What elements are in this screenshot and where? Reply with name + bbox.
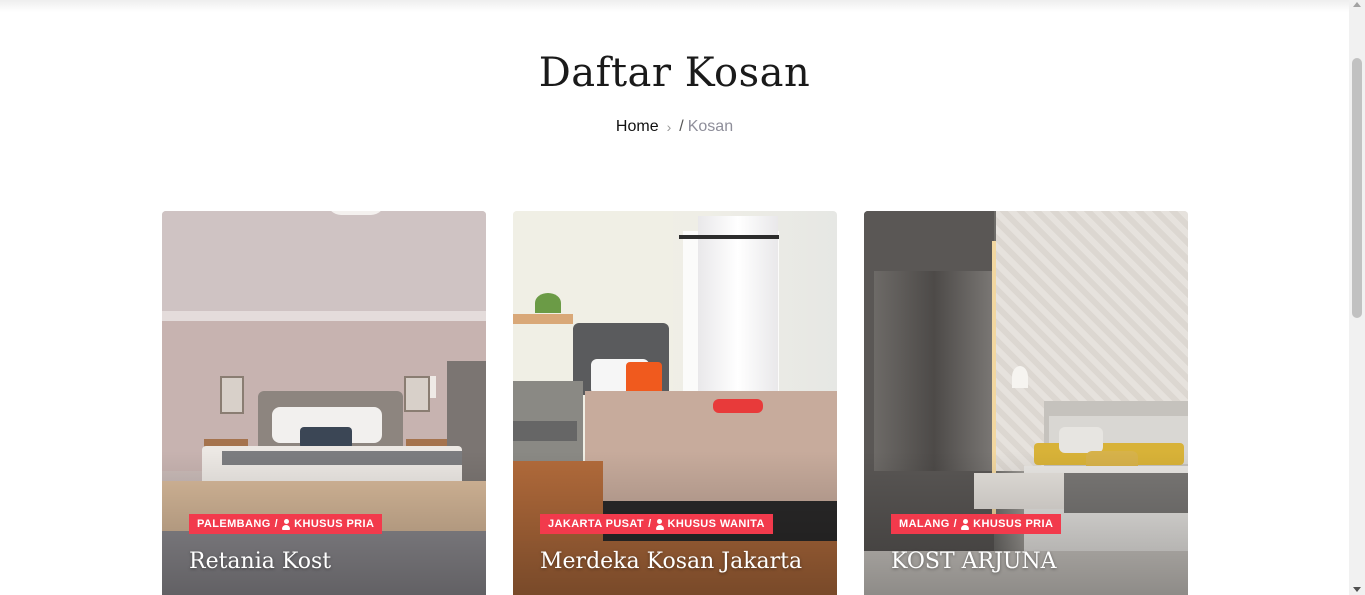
card-title[interactable]: Merdeka Kosan Jakarta (540, 549, 802, 574)
user-icon (961, 518, 970, 530)
location-badge: MALANG / KHUSUS PRIA (891, 514, 1062, 534)
badge-category: KHUSUS PRIA (294, 518, 375, 530)
page-title: Daftar Kosan (538, 50, 811, 96)
top-nav-shadow (0, 0, 1349, 12)
badge-city: JAKARTA PUSAT (548, 518, 645, 530)
card-title[interactable]: Retania Kost (189, 549, 331, 574)
badge-separator: / (274, 518, 279, 530)
badge-category: KHUSUS WANITA (667, 518, 765, 530)
vertical-scrollbar[interactable] (1349, 0, 1365, 595)
card-title[interactable]: KOST ARJUNA (891, 549, 1057, 574)
scroll-down-arrow-icon[interactable] (1353, 587, 1361, 592)
card-gradient-overlay (864, 211, 1188, 595)
location-badge: PALEMBANG / KHUSUS PRIA (189, 514, 383, 534)
card-gradient-overlay (513, 211, 837, 595)
kosan-card[interactable]: JAKARTA PUSAT / KHUSUS WANITA Merdeka Ko… (513, 211, 837, 595)
badge-city: PALEMBANG (197, 518, 271, 530)
scroll-up-arrow-icon[interactable] (1353, 2, 1361, 7)
card-gradient-overlay (162, 211, 486, 595)
breadcrumb-current: Kosan (687, 118, 734, 135)
location-badge: JAKARTA PUSAT / KHUSUS WANITA (540, 514, 773, 534)
breadcrumb-home-link[interactable]: Home (616, 118, 659, 136)
kosan-card[interactable]: PALEMBANG / KHUSUS PRIA Retania Kost (162, 211, 486, 595)
chevron-right-icon: › (666, 119, 672, 135)
badge-category: KHUSUS PRIA (973, 518, 1054, 530)
badge-city: MALANG (899, 518, 950, 530)
page-header: Daftar Kosan Home › / Kosan (0, 50, 1349, 136)
scroll-thumb[interactable] (1352, 58, 1362, 318)
badge-separator: / (648, 518, 652, 530)
user-icon (282, 518, 291, 530)
kosan-card-list: PALEMBANG / KHUSUS PRIA Retania Kost JAK… (162, 211, 1188, 595)
breadcrumb: Home › / Kosan (0, 118, 1349, 136)
breadcrumb-slash: / (679, 118, 684, 135)
user-icon (655, 518, 664, 530)
badge-separator: / (953, 518, 958, 530)
kosan-card[interactable]: MALANG / KHUSUS PRIA KOST ARJUNA (864, 211, 1188, 595)
